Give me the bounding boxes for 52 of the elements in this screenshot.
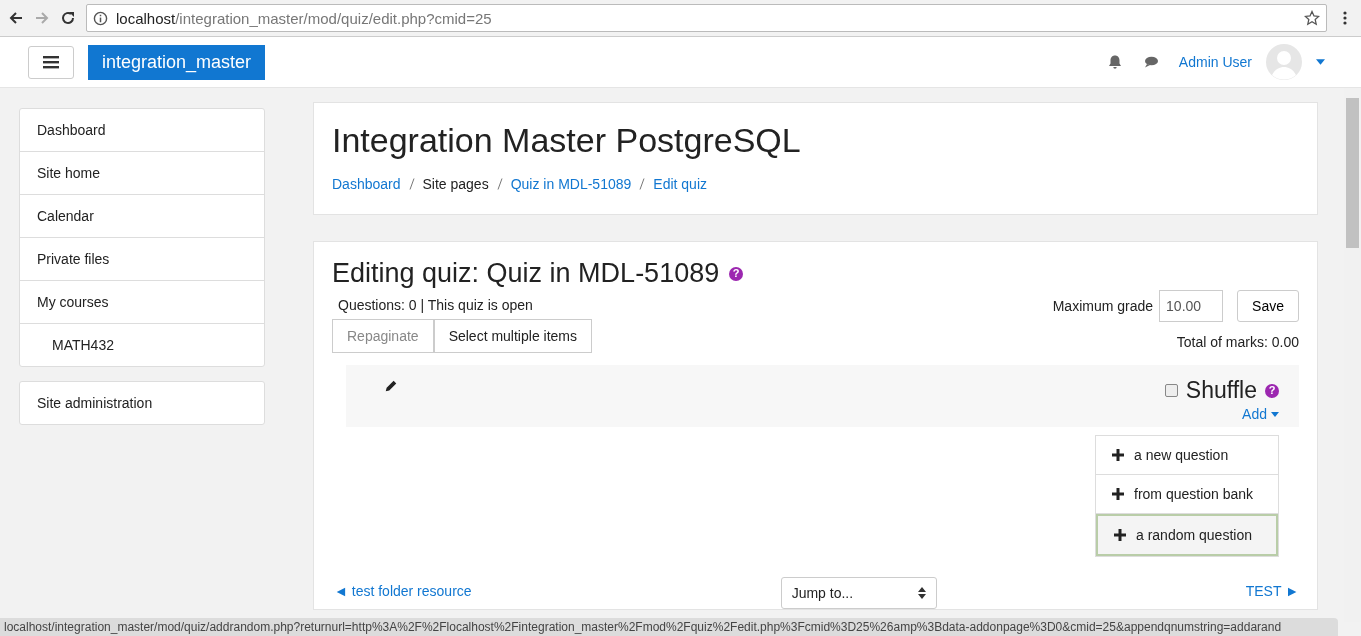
menu-item[interactable]: a random question xyxy=(1096,514,1278,556)
sidebar-item[interactable]: Dashboard xyxy=(20,109,264,152)
help-button[interactable]: ? xyxy=(1265,383,1279,398)
jump-to-select[interactable]: Jump to... xyxy=(780,577,937,609)
sidebar-item[interactable]: MATH432 xyxy=(20,324,264,366)
shuffle-label: Shuffle xyxy=(1185,377,1257,404)
previous-activity-link[interactable]: ◄ test folder resource xyxy=(334,583,472,599)
site-name-link[interactable]: integration_master xyxy=(88,44,266,80)
add-menu-link[interactable]: Add xyxy=(1242,406,1279,422)
address-bar[interactable]: localhost/integration_master/mod/quiz/edit.php?cmid=25 xyxy=(86,4,1327,32)
bell-icon[interactable] xyxy=(1106,54,1123,70)
updown-arrows-icon xyxy=(917,587,926,599)
breadcrumb-link[interactable]: Dashboard xyxy=(332,176,401,192)
plus-icon xyxy=(1112,449,1124,461)
user-name-link[interactable]: Admin User xyxy=(1178,54,1252,70)
menu-item[interactable]: a new question xyxy=(1096,436,1278,475)
quiz-status: Questions: 0 | This quiz is open xyxy=(338,297,534,313)
caret-icon[interactable] xyxy=(1316,59,1325,65)
shuffle-checkbox[interactable] xyxy=(1164,384,1178,397)
sidebar-item[interactable]: Site administration xyxy=(20,382,264,424)
breadcrumb-link[interactable]: Quiz in MDL-51089 xyxy=(510,176,632,192)
max-grade-label: Maximum grade xyxy=(1052,298,1154,314)
quiz-title: Editing quiz: Quiz in MDL-51089 xyxy=(332,258,720,289)
help-button[interactable]: ? xyxy=(729,266,744,281)
menu-icon[interactable] xyxy=(1343,10,1347,26)
save-button[interactable]: Save xyxy=(1237,290,1299,322)
page-title: Integration Master PostgreSQL xyxy=(332,121,802,160)
status-bar-url: localhost/integration_master/mod/quiz/addrandom.php?returnurl=http%3A%2F%2Flocalhost%2Fintegration_master%2Fmod%2Fquiz%2Fedit.php%3Fcmid%3D25%26amp%3Bdata-addonpage%3D0&cmid=25&appendqnumstring=addarand xyxy=(0,618,1338,636)
pencil-icon[interactable] xyxy=(384,379,398,393)
sidebar-item[interactable]: My courses xyxy=(20,281,264,324)
breadcrumb-link[interactable]: Edit quiz xyxy=(653,176,707,192)
breadcrumb-text: Site pages xyxy=(422,176,489,192)
breadcrumb-separator-icon xyxy=(639,178,646,190)
total-marks: Total of marks: 0.00 xyxy=(1175,334,1299,350)
reload-icon[interactable] xyxy=(60,10,76,26)
sidebar-item[interactable]: Calendar xyxy=(20,195,264,238)
chat-icon[interactable] xyxy=(1142,54,1159,70)
plus-icon xyxy=(1114,529,1126,541)
breadcrumb-separator-icon xyxy=(408,178,415,190)
breadcrumb-separator-icon xyxy=(496,178,503,190)
caret-icon xyxy=(1271,411,1279,417)
info-icon[interactable] xyxy=(93,10,108,26)
sidebar-item[interactable]: Site home xyxy=(20,152,264,195)
sidebar-item[interactable]: Private files xyxy=(20,238,264,281)
max-grade-field[interactable]: 10.00 xyxy=(1159,290,1224,322)
back-icon[interactable] xyxy=(8,10,24,26)
plus-icon xyxy=(1112,488,1124,500)
toolbar-button[interactable]: Select multiple items xyxy=(433,319,592,353)
next-activity-link[interactable]: TEST ► xyxy=(1245,583,1299,599)
hamburger-icon xyxy=(43,55,59,69)
star-icon[interactable] xyxy=(1304,10,1320,26)
menu-button[interactable] xyxy=(28,45,74,79)
